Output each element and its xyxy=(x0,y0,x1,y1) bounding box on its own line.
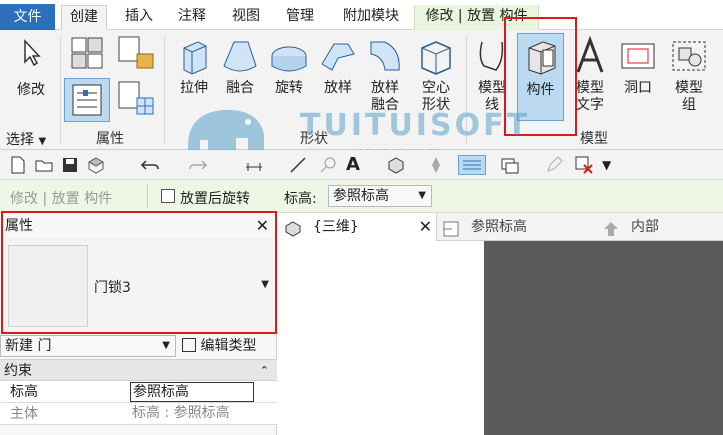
tab-file[interactable]: 文件 xyxy=(0,4,55,30)
new-door-select[interactable]: 新建 门 ▼ xyxy=(0,335,176,357)
cursor-icon xyxy=(24,39,41,67)
model-text-icon xyxy=(576,36,604,73)
family-category-icon[interactable] xyxy=(115,34,157,72)
rotate-after-place-label: 放置后旋转 xyxy=(180,191,250,207)
blend-icon xyxy=(223,41,257,72)
section-constraints[interactable]: 约束 ⌃ xyxy=(0,359,277,381)
redo-icon[interactable] xyxy=(188,155,208,175)
sweep-icon xyxy=(321,43,355,71)
model-group-button[interactable]: 模型 组 xyxy=(664,36,714,114)
save-icon[interactable] xyxy=(60,155,80,175)
ribbon-tab-bar: 文件 创建 插入 注释 视图 管理 附加模块 修改 | 放置 构件 xyxy=(0,0,723,30)
undo-icon[interactable] xyxy=(140,155,160,175)
edit-type-button[interactable]: 编辑类型 xyxy=(182,336,256,358)
tab-interior[interactable]: 内部 xyxy=(599,213,723,241)
section-icon[interactable] xyxy=(426,155,446,175)
tab-reference-level[interactable]: 参照标高 xyxy=(441,213,591,241)
sync-icon[interactable] xyxy=(86,155,106,175)
void-forms-button[interactable]: 空心 形状 xyxy=(412,36,460,114)
chevron-down-icon: ▼ xyxy=(38,136,47,147)
3d-view-icon xyxy=(285,219,301,237)
switch-windows-icon[interactable] xyxy=(500,155,520,175)
tab-addins[interactable]: 附加模块 xyxy=(332,5,410,30)
quick-access-toolbar: A ▼ xyxy=(0,150,723,180)
context-label: 修改 | 放置 构件 xyxy=(10,191,113,207)
level-select[interactable]: 参照标高 ▼ xyxy=(328,185,432,207)
chevron-down-icon: ▼ xyxy=(162,340,170,351)
modify-button[interactable]: 修改 xyxy=(8,38,54,99)
aligned-dimension-icon[interactable] xyxy=(288,155,308,175)
properties-panel-label: 属性 xyxy=(96,131,124,147)
tab-manage[interactable]: 管理 xyxy=(278,5,322,30)
family-types-icon[interactable] xyxy=(68,34,106,72)
tab-create[interactable]: 创建 xyxy=(61,5,107,30)
properties-highlight xyxy=(1,211,277,334)
modify-label: 修改 xyxy=(17,82,45,98)
opening-icon xyxy=(621,43,655,69)
host-value: 标高 : 参照标高 xyxy=(132,405,230,421)
tab-3d-view[interactable]: {三维} ✕ xyxy=(277,213,437,241)
edit-type-icon xyxy=(182,338,196,352)
table-row: 主体 标高 : 参照标高 xyxy=(0,403,277,425)
options-bar: 修改 | 放置 构件 放置后旋转 标高: 参照标高 ▼ xyxy=(0,180,723,213)
sweep-button[interactable]: 放样 xyxy=(316,36,360,97)
elevation-up-icon xyxy=(603,219,619,236)
tab-insert[interactable]: 插入 xyxy=(117,5,161,30)
level-value-field[interactable]: 参照标高 xyxy=(130,382,254,402)
chevron-down-icon: ▼ xyxy=(418,190,426,201)
instance-filter: 新建 门 ▼ 编辑类型 xyxy=(0,335,277,359)
edit-icon[interactable] xyxy=(544,155,564,175)
extrude-button[interactable]: 拉伸 xyxy=(172,36,216,97)
collapse-icon: ⌃ xyxy=(259,364,269,377)
rotate-after-place-checkbox[interactable] xyxy=(161,189,175,203)
revolve-icon xyxy=(271,46,307,72)
properties-toggle-button[interactable] xyxy=(64,78,110,122)
type-properties-icon[interactable] xyxy=(115,78,157,118)
void-cube-icon xyxy=(421,41,451,75)
opening-button[interactable]: 洞口 xyxy=(616,36,660,97)
watermark-brand: TUITUISOFT xyxy=(300,108,531,143)
revolve-button[interactable]: 旋转 xyxy=(266,36,312,97)
swept-blend-button[interactable]: 放样 融合 xyxy=(362,36,408,114)
customize-toolbar-icon[interactable]: ▼ xyxy=(602,155,622,175)
model-group-icon xyxy=(672,41,706,71)
tab-annotate[interactable]: 注释 xyxy=(170,5,214,30)
select-label: 选择 xyxy=(6,132,34,148)
new-file-icon[interactable] xyxy=(8,155,28,175)
table-row: 标高 参照标高 xyxy=(0,381,277,403)
floor-plan-icon xyxy=(443,219,459,237)
text-icon[interactable]: A xyxy=(346,155,366,175)
close-hidden-windows-icon[interactable] xyxy=(574,155,594,175)
tab-view[interactable]: 视图 xyxy=(224,5,268,30)
close-icon[interactable]: ✕ xyxy=(419,213,432,241)
swept-blend-icon xyxy=(370,41,400,71)
model-panel-label: 模型 xyxy=(580,131,608,147)
tag-icon[interactable] xyxy=(318,155,338,175)
thin-lines-icon[interactable] xyxy=(458,155,486,175)
drawing-area-blank[interactable] xyxy=(277,241,484,435)
properties-palette: 属性 ✕ 门锁3 ▼ 新建 门 ▼ 编辑类型 约束 ⌃ 标高 参照标高 主体 标… xyxy=(0,211,277,435)
view-tab-bar: {三维} ✕ 参照标高 内部 xyxy=(277,213,723,241)
select-dropdown[interactable]: 选择 ▼ xyxy=(6,129,46,149)
measure-icon[interactable] xyxy=(244,155,264,175)
properties-icon xyxy=(72,84,102,116)
extrude-icon xyxy=(183,41,207,75)
blend-button[interactable]: 融合 xyxy=(218,36,262,97)
default-3d-view-icon[interactable] xyxy=(386,155,406,175)
properties-table: 约束 ⌃ 标高 参照标高 主体 标高 : 参照标高 xyxy=(0,359,277,425)
level-label: 标高: xyxy=(284,191,317,207)
3d-viewport[interactable] xyxy=(484,241,723,435)
open-folder-icon[interactable] xyxy=(34,155,54,175)
